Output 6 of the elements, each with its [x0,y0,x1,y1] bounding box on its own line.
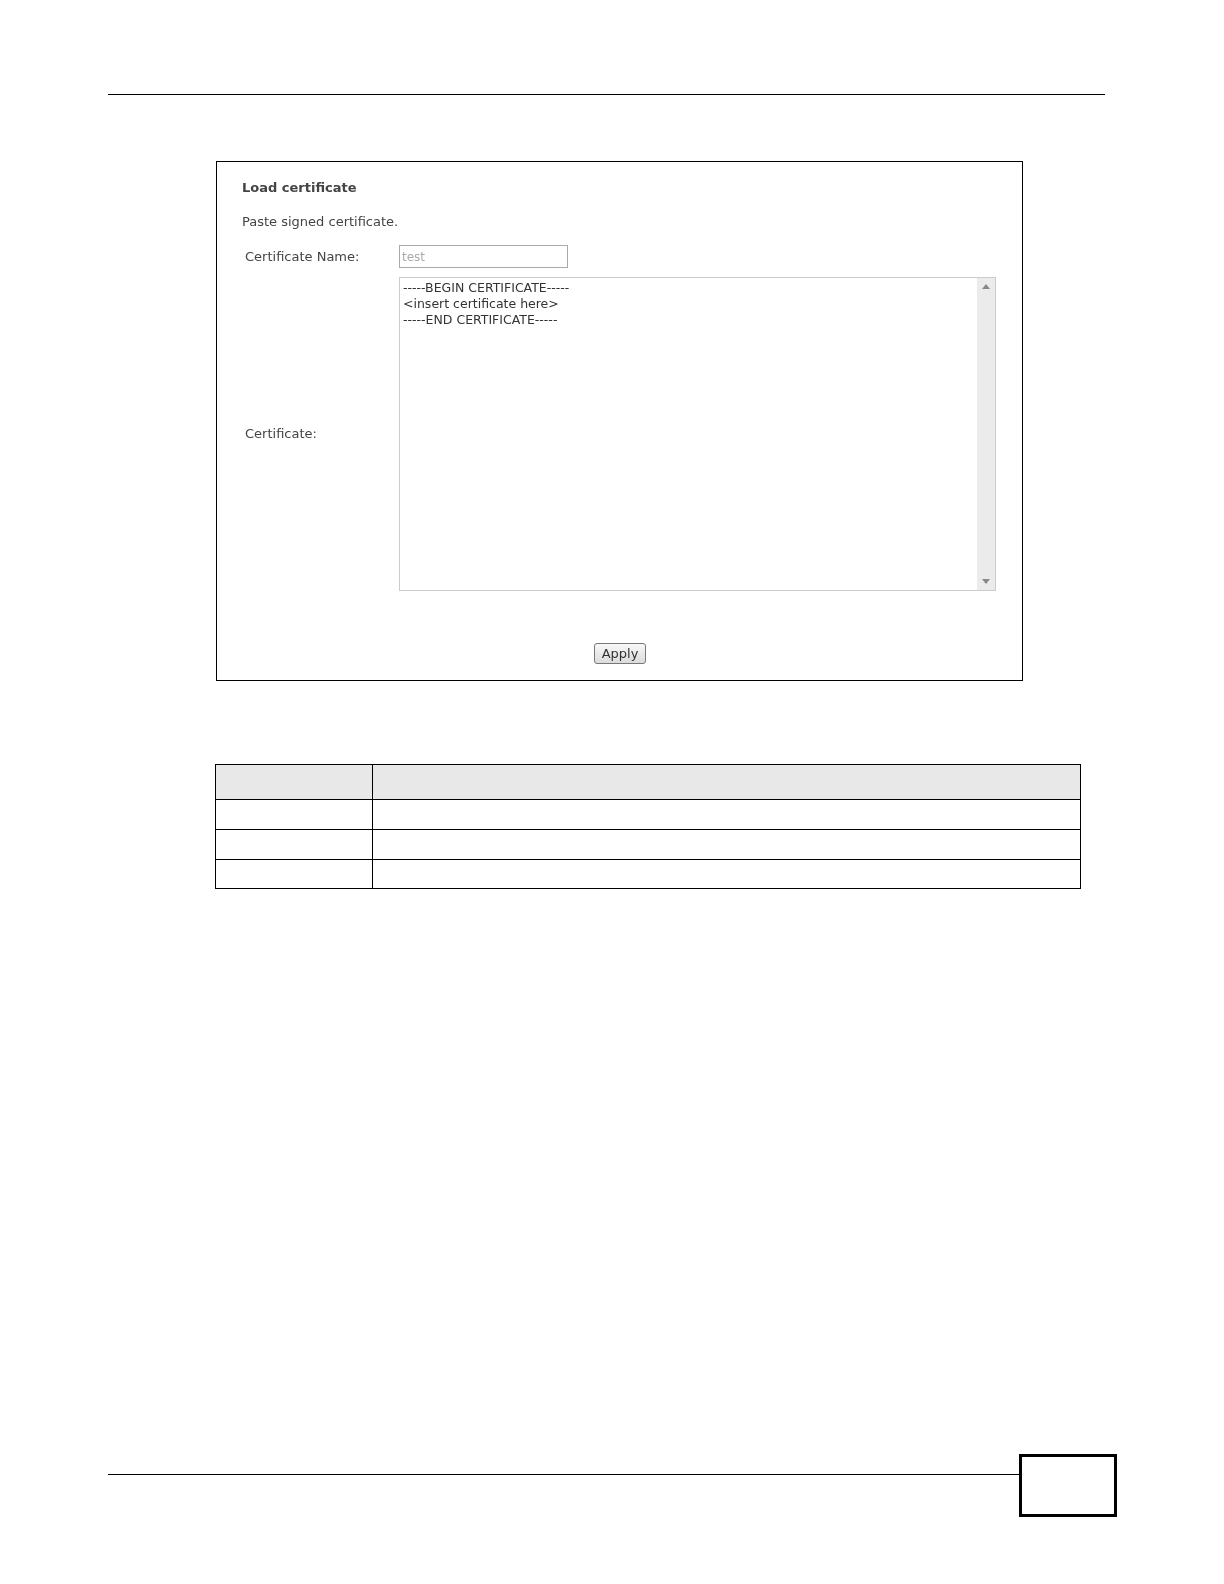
field-label: Certificate: [244,425,318,444]
panel-description: Paste signed certificate. [242,212,400,231]
field-label: Certificate Name: [244,247,361,266]
panel-title: Load certificate [242,179,358,197]
input-field[interactable]: test [399,245,568,268]
apply-button[interactable]: Apply [593,643,647,664]
